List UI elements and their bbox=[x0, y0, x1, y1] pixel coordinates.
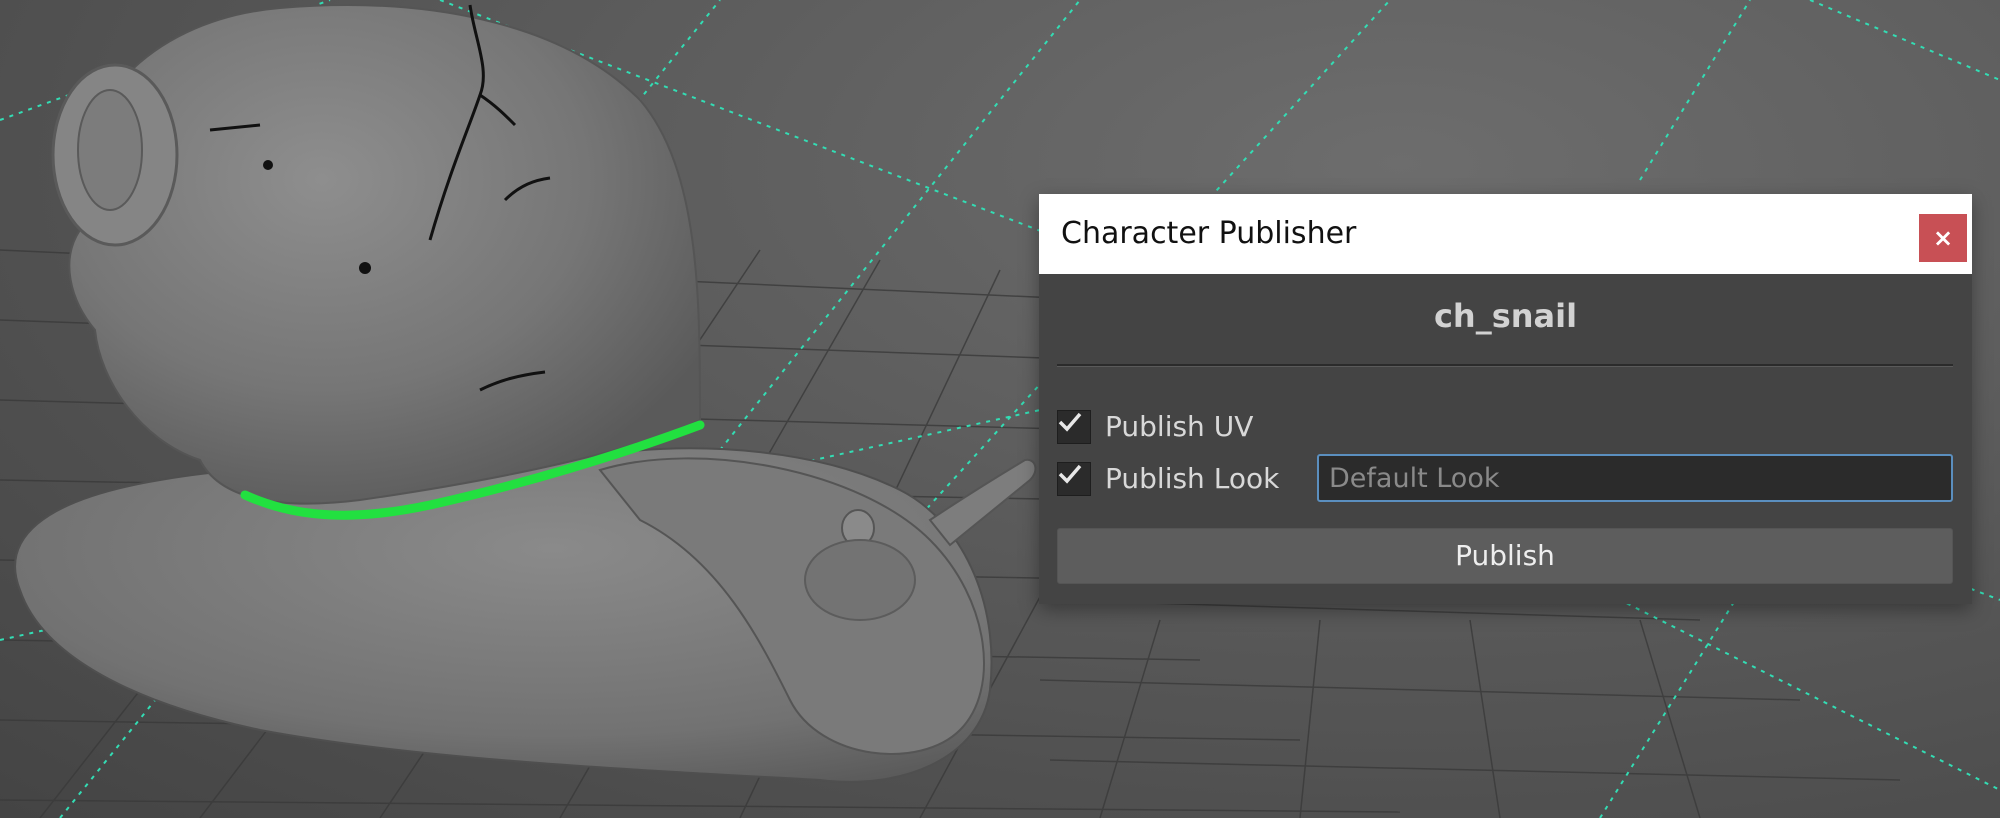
publish-look-checkbox[interactable] bbox=[1057, 462, 1091, 496]
character-publisher-dialog: Character Publisher × ch_snail Publish U… bbox=[1039, 194, 1972, 604]
checkmark-icon bbox=[1058, 464, 1082, 484]
close-icon: × bbox=[1932, 224, 1954, 252]
asset-name: ch_snail bbox=[1433, 297, 1578, 335]
publish-look-option[interactable]: Publish Look bbox=[1057, 462, 1307, 502]
snail-shell bbox=[68, 4, 702, 505]
publish-uv-label: Publish UV bbox=[1105, 410, 1254, 443]
look-name-input[interactable] bbox=[1317, 454, 1953, 502]
title-bar[interactable]: Character Publisher × bbox=[1039, 194, 1972, 274]
publish-button[interactable]: Publish bbox=[1057, 528, 1953, 584]
publish-uv-option[interactable]: Publish UV bbox=[1057, 410, 1357, 450]
publish-look-label: Publish Look bbox=[1105, 462, 1280, 495]
checkmark-icon bbox=[1058, 412, 1082, 432]
dialog-title: Character Publisher bbox=[1061, 216, 1357, 251]
snail-model[interactable] bbox=[14, 4, 1037, 783]
3d-viewport[interactable]: Character Publisher × ch_snail Publish U… bbox=[0, 0, 2000, 818]
publish-uv-checkbox[interactable] bbox=[1057, 410, 1091, 444]
close-button[interactable]: × bbox=[1919, 214, 1967, 262]
divider bbox=[1057, 364, 1953, 367]
snail-eye-stalk bbox=[928, 458, 1037, 547]
